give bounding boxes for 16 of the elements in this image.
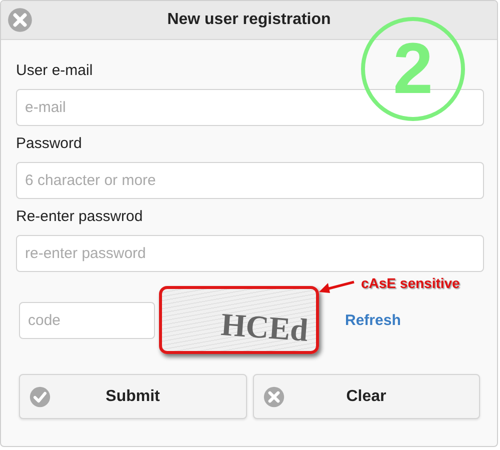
clear-button[interactable]: Clear	[252, 374, 480, 419]
step-badge: 2	[361, 17, 465, 121]
field-label: Re-enter passwrod	[16, 207, 144, 227]
field-label: Password	[16, 134, 83, 154]
close-icon	[262, 386, 284, 408]
input-field[interactable]: 6 character or more	[16, 162, 484, 199]
field-label: User e-mail	[16, 61, 94, 81]
close-icon[interactable]	[7, 7, 33, 33]
code-field[interactable]: code	[19, 302, 155, 338]
captcha-text: HCEd	[220, 308, 309, 346]
callout-text: cAsE sensitive	[361, 275, 460, 291]
input-field[interactable]: re-enter password	[16, 235, 484, 272]
submit-button[interactable]: Submit	[19, 374, 246, 419]
window-title: New user registration	[167, 11, 331, 29]
check-icon	[29, 386, 51, 408]
refresh-link[interactable]: Refresh	[345, 312, 401, 328]
